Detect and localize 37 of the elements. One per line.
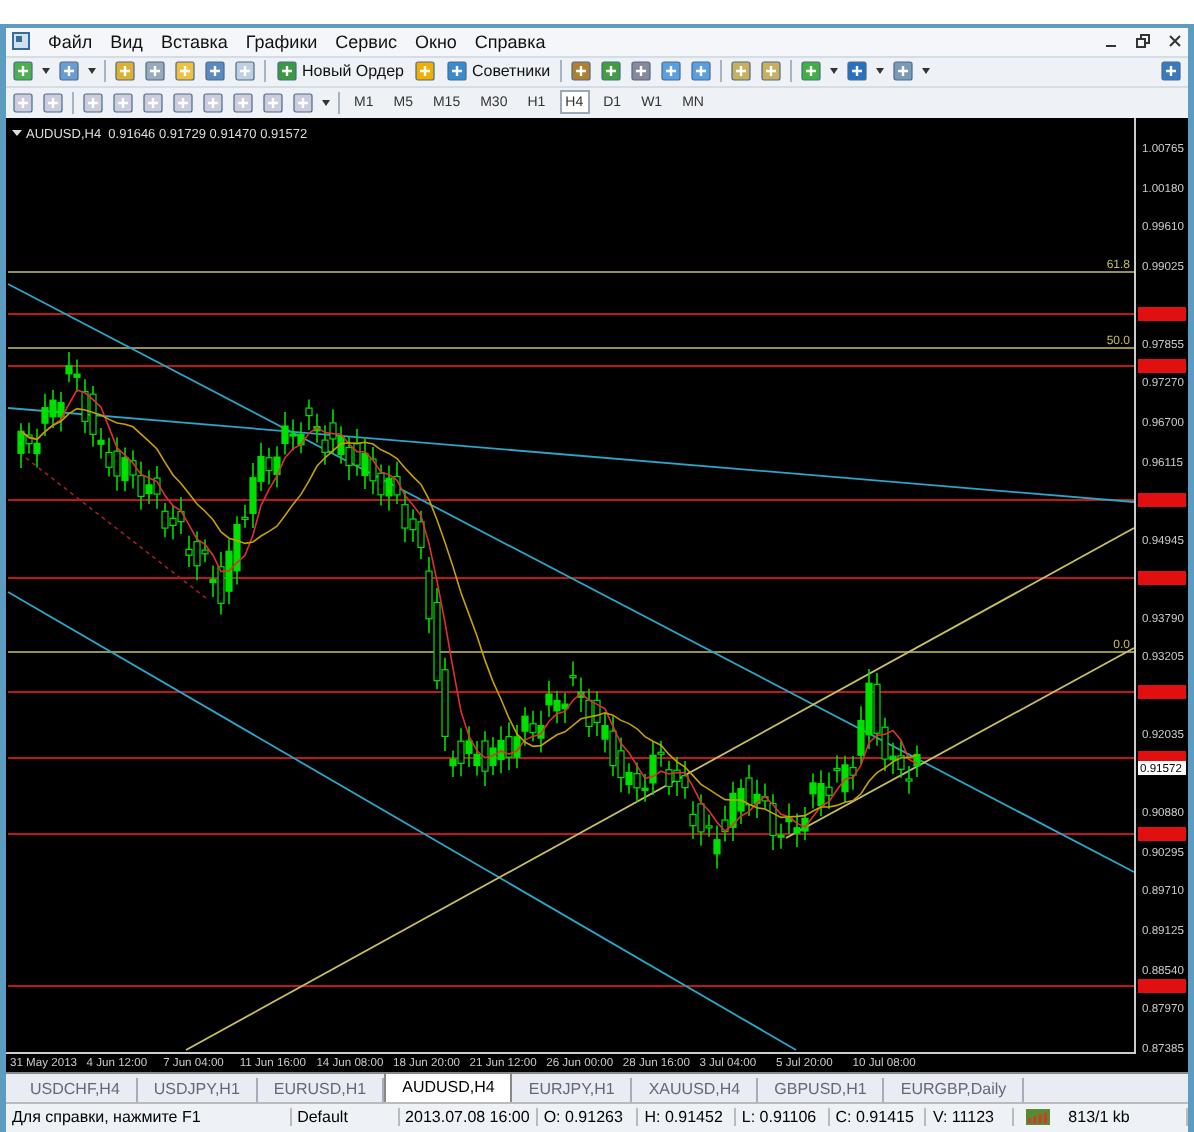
- price-level-marker: [1138, 684, 1186, 698]
- status-text: H: 0.91452: [638, 1108, 736, 1127]
- caret-icon[interactable]: [42, 68, 50, 75]
- price-level-marker: [1138, 358, 1186, 372]
- status-text: Для справки, нажмите F1: [6, 1108, 292, 1127]
- dropdown-triangle-icon[interactable]: [12, 129, 22, 135]
- price-level-marker: [1138, 492, 1186, 506]
- price-level-marker: [1138, 826, 1186, 840]
- menu-item[interactable]: Справка: [474, 31, 546, 52]
- caret-icon[interactable]: [830, 68, 839, 75]
- chart-tab[interactable]: AUDUSD,H4: [384, 1073, 513, 1101]
- caret-icon[interactable]: [922, 68, 931, 75]
- menu-item[interactable]: Файл: [48, 31, 93, 52]
- price-level-marker: [1138, 570, 1186, 584]
- caret-icon[interactable]: [876, 68, 885, 75]
- caret-icon[interactable]: [88, 68, 96, 75]
- price-level-marker: [1138, 978, 1186, 992]
- connection-bars-icon: [1025, 1108, 1051, 1127]
- status-text: C: 0.91415: [829, 1108, 927, 1127]
- caret-icon[interactable]: [322, 99, 330, 106]
- status-text: L: 0.91106: [735, 1108, 830, 1127]
- status-text: 2013.07.08 16:00: [399, 1108, 538, 1127]
- status-text: 813/1 kb: [1062, 1108, 1188, 1127]
- status-text: O: 0.91263: [537, 1108, 639, 1127]
- menu-item[interactable]: Графики: [245, 31, 318, 52]
- experts-button[interactable]: Советники: [443, 60, 553, 83]
- status-text: Default: [291, 1108, 400, 1127]
- menu-item[interactable]: Окно: [415, 31, 457, 52]
- menu-item[interactable]: Вид: [110, 31, 143, 52]
- restore-icon[interactable]: [1136, 34, 1150, 49]
- close-icon[interactable]: [1168, 34, 1182, 49]
- menu-item[interactable]: Сервис: [335, 31, 397, 52]
- menu-item[interactable]: Вставка: [160, 31, 228, 52]
- new-order-button[interactable]: Новый Ордер: [274, 60, 406, 83]
- price-level-marker: [1138, 306, 1186, 320]
- app-icon: [12, 32, 30, 51]
- status-text: V: 11123: [926, 1108, 1014, 1127]
